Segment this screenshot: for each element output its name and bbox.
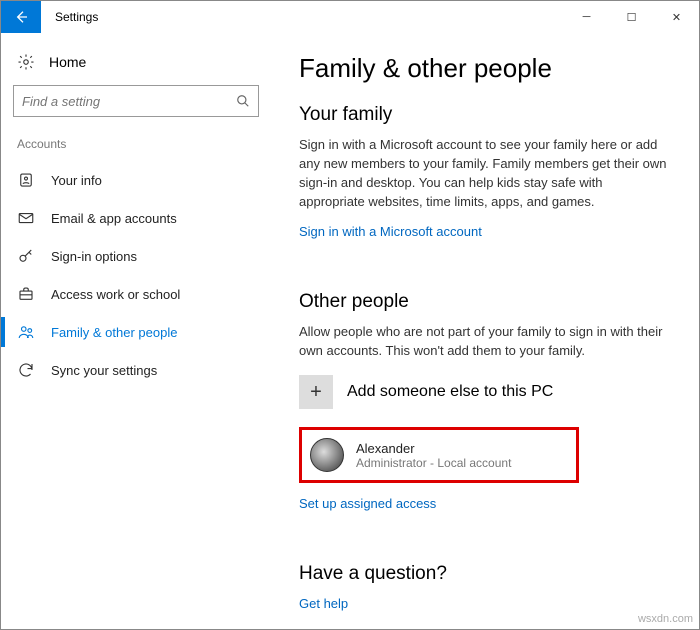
minimize-button[interactable]: ─ [564, 1, 609, 33]
your-family-section: Your family Sign in with a Microsoft acc… [299, 104, 671, 265]
back-button[interactable] [1, 1, 41, 33]
other-title: Other people [299, 291, 671, 313]
maximize-button[interactable]: ☐ [609, 1, 654, 33]
nav-label: Sign-in options [51, 249, 137, 264]
avatar [310, 438, 344, 472]
family-title: Your family [299, 104, 671, 126]
nav-label: Sync your settings [51, 363, 157, 378]
family-desc: Sign in with a Microsoft account to see … [299, 136, 671, 211]
add-someone-row[interactable]: + Add someone else to this PC [299, 375, 671, 409]
question-section: Have a question? Get help [299, 563, 671, 629]
nav-label: Email & app accounts [51, 211, 177, 226]
sidebar-section-label: Accounts [17, 137, 255, 151]
people-icon [17, 323, 35, 341]
other-desc: Allow people who are not part of your fa… [299, 323, 671, 361]
get-help-link[interactable]: Get help [299, 596, 348, 611]
page-title: Family & other people [299, 53, 671, 84]
user-name: Alexander [356, 441, 511, 456]
window-title: Settings [41, 1, 564, 33]
mail-icon [17, 209, 35, 227]
home-label: Home [49, 54, 86, 70]
sidebar-item-your-info[interactable]: Your info [13, 161, 259, 199]
add-label: Add someone else to this PC [347, 383, 553, 401]
arrow-left-icon [13, 9, 29, 25]
sidebar-item-email[interactable]: Email & app accounts [13, 199, 259, 237]
window-controls: ─ ☐ ✕ [564, 1, 699, 33]
other-people-section: Other people Allow people who are not pa… [299, 291, 671, 537]
nav-label: Your info [51, 173, 102, 188]
sidebar-item-family[interactable]: Family & other people [13, 313, 259, 351]
titlebar: Settings ─ ☐ ✕ [1, 1, 699, 33]
plus-icon: + [299, 375, 333, 409]
sidebar-item-signin[interactable]: Sign-in options [13, 237, 259, 275]
user-account-row[interactable]: Alexander Administrator - Local account [299, 427, 579, 483]
nav-label: Access work or school [51, 287, 180, 302]
search-box[interactable] [13, 85, 259, 117]
search-icon [236, 94, 250, 108]
search-input[interactable] [22, 94, 236, 109]
sidebar-item-work[interactable]: Access work or school [13, 275, 259, 313]
question-title: Have a question? [299, 563, 671, 585]
sync-icon [17, 361, 35, 379]
close-button[interactable]: ✕ [654, 1, 699, 33]
sidebar: Home Accounts Your info Email & app acco… [1, 33, 271, 629]
assigned-access-link[interactable]: Set up assigned access [299, 496, 436, 511]
sidebar-item-sync[interactable]: Sync your settings [13, 351, 259, 389]
signin-ms-link[interactable]: Sign in with a Microsoft account [299, 224, 482, 239]
briefcase-icon [17, 285, 35, 303]
gear-icon [17, 53, 35, 71]
user-role: Administrator - Local account [356, 456, 511, 470]
main-content: Family & other people Your family Sign i… [271, 33, 699, 629]
key-icon [17, 247, 35, 265]
watermark: wsxdn.com [638, 613, 693, 625]
home-nav[interactable]: Home [13, 47, 259, 85]
person-icon [17, 171, 35, 189]
nav-label: Family & other people [51, 325, 177, 340]
